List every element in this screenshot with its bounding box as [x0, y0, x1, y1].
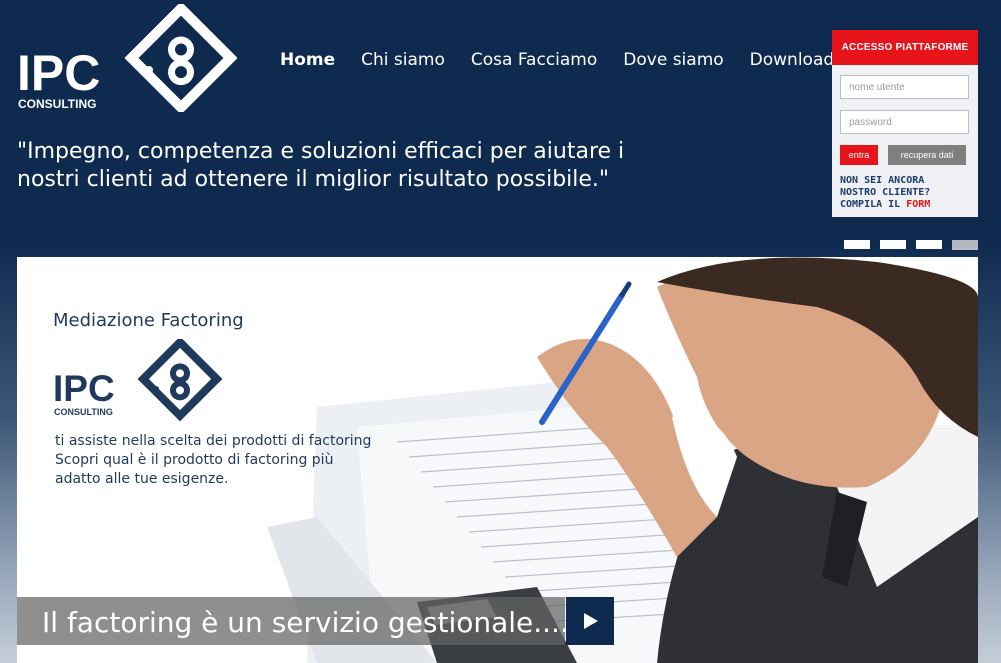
password-input[interactable]	[840, 110, 969, 134]
banner-text-line-1: ti assiste nella scelta dei prodotti di …	[55, 433, 372, 449]
banner-caption[interactable]: Il factoring è un servizio gestionale...…	[17, 597, 569, 645]
banner-title: Mediazione Factoring	[53, 310, 244, 331]
nav-home[interactable]: Home	[280, 50, 335, 70]
main-nav: Home Chi siamo Cosa Facciamo Dove siamo …	[280, 50, 834, 70]
ipc-logo[interactable]: IPC CONSULTING	[17, 4, 237, 112]
nav-dove-siamo[interactable]: Dove siamo	[623, 50, 723, 70]
enter-button[interactable]: entra	[840, 145, 878, 165]
tagline-line-1: "Impegno, competenza e soluzioni efficac…	[17, 139, 625, 164]
brand-name: IPC	[17, 45, 100, 101]
banner-description: ti assiste nella scelta dei prodotti di …	[55, 432, 371, 489]
login-title: ACCESSO PIATTAFORME	[832, 30, 978, 65]
banner-text-line-2: Scopri qual è il prodotto di factoring p…	[55, 452, 334, 468]
recover-data-button[interactable]: recupera dati	[888, 145, 966, 165]
slider-dot-2[interactable]	[880, 240, 906, 249]
signup-note-line-3: COMPILA IL	[840, 199, 907, 210]
banner-brand-name: IPC	[53, 368, 115, 409]
banner-brand-sub: CONSULTING	[54, 407, 113, 417]
brand-sub: CONSULTING	[18, 97, 96, 111]
play-icon[interactable]	[566, 597, 614, 645]
signup-note: NON SEI ANCORA NOSTRO CLIENTE? COMPILA I…	[840, 175, 974, 211]
signup-note-line-1: NON SEI ANCORA	[840, 175, 925, 186]
form-link[interactable]: FORM	[906, 199, 930, 210]
banner-ipc-logo: IPC CONSULTING	[53, 339, 223, 422]
nav-cosa-facciamo[interactable]: Cosa Facciamo	[471, 50, 597, 70]
login-panel: ACCESSO PIATTAFORME entra recupera dati …	[832, 30, 978, 217]
signup-note-line-2: NOSTRO CLIENTE?	[840, 187, 931, 198]
slider-pagination	[844, 240, 978, 250]
nav-download[interactable]: Download	[750, 50, 835, 70]
slider-dot-1[interactable]	[844, 240, 870, 249]
banner-caption-text: Il factoring è un servizio gestionale...…	[42, 606, 569, 639]
nav-chi-siamo[interactable]: Chi siamo	[361, 50, 445, 70]
hero-banner: Mediazione Factoring IPC CONSULTING ti a…	[17, 257, 978, 663]
tagline-line-2: nostri clienti ad ottenere il miglior ri…	[17, 167, 610, 192]
username-input[interactable]	[840, 75, 969, 99]
slider-dot-4[interactable]	[952, 240, 978, 250]
slider-dot-3[interactable]	[916, 240, 942, 249]
banner-text-line-3: adatto alle tue esigenze.	[55, 471, 229, 487]
tagline: "Impegno, competenza e soluzioni efficac…	[17, 138, 657, 194]
